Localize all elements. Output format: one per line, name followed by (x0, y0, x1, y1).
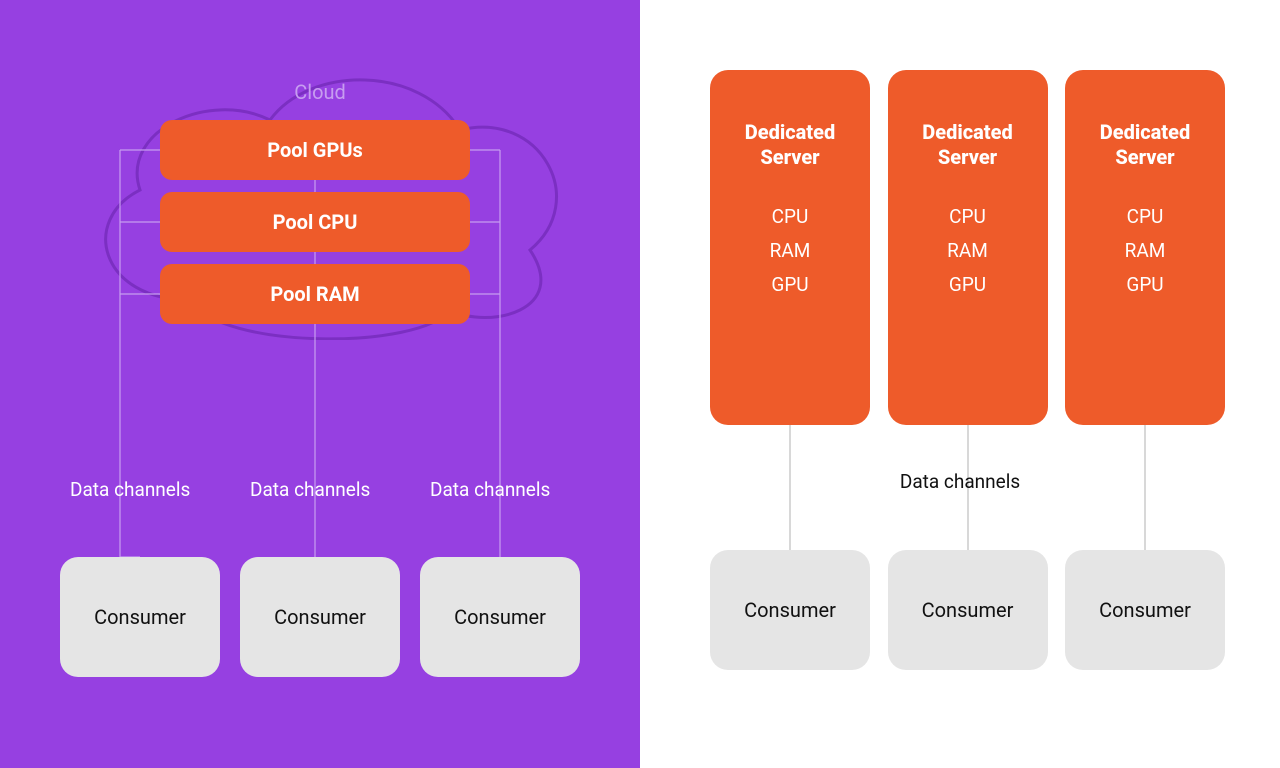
cloud-architecture-panel: Cloud Pool GPUs Pool CPU Pool RAM Data c… (0, 0, 640, 768)
server-specs: CPU RAM GPU (1065, 200, 1225, 303)
server-title-line: Server (760, 145, 819, 169)
consumer-box: Consumer (60, 557, 220, 677)
dedicated-server-box: Dedicated Server CPU RAM GPU (1065, 70, 1225, 425)
pool-stack: Pool GPUs Pool CPU Pool RAM (160, 120, 470, 324)
consumer-row-dedicated: Consumer Consumer Consumer (710, 550, 1225, 670)
data-channel-label-1: Data channels (70, 478, 190, 501)
server-title-line: Dedicated (745, 120, 835, 144)
consumer-box: Consumer (710, 550, 870, 670)
cloud-label: Cloud (0, 80, 640, 104)
server-spec: GPU (710, 268, 870, 302)
dedicated-server-box: Dedicated Server CPU RAM GPU (888, 70, 1048, 425)
dedicated-architecture-panel: Dedicated Server CPU RAM GPU Dedicated S… (640, 0, 1280, 768)
server-title-line: Dedicated (922, 120, 1012, 144)
data-channel-label-2: Data channels (250, 478, 370, 501)
server-title-line: Dedicated (1100, 120, 1190, 144)
server-spec: CPU (1065, 200, 1225, 234)
server-spec: RAM (1065, 234, 1225, 268)
consumer-box: Consumer (888, 550, 1048, 670)
pool-cpu-box: Pool CPU (160, 192, 470, 252)
server-specs: CPU RAM GPU (710, 200, 870, 303)
data-channel-label-3: Data channels (430, 478, 550, 501)
data-channel-label-right: Data channels (640, 470, 1280, 493)
server-spec: GPU (1065, 268, 1225, 302)
server-title: Dedicated Server (888, 120, 1048, 170)
consumer-box: Consumer (420, 557, 580, 677)
server-spec: GPU (888, 268, 1048, 302)
server-specs: CPU RAM GPU (888, 200, 1048, 303)
server-spec: RAM (710, 234, 870, 268)
consumer-box: Consumer (240, 557, 400, 677)
consumer-row-cloud: Consumer Consumer Consumer (60, 557, 580, 677)
server-title: Dedicated Server (1065, 120, 1225, 170)
server-row: Dedicated Server CPU RAM GPU Dedicated S… (710, 70, 1225, 425)
pool-ram-box: Pool RAM (160, 264, 470, 324)
server-title: Dedicated Server (710, 120, 870, 170)
server-spec: CPU (710, 200, 870, 234)
server-title-line: Server (938, 145, 997, 169)
server-spec: CPU (888, 200, 1048, 234)
server-title-line: Server (1115, 145, 1174, 169)
server-spec: RAM (888, 234, 1048, 268)
pool-gpus-box: Pool GPUs (160, 120, 470, 180)
consumer-box: Consumer (1065, 550, 1225, 670)
dedicated-server-box: Dedicated Server CPU RAM GPU (710, 70, 870, 425)
